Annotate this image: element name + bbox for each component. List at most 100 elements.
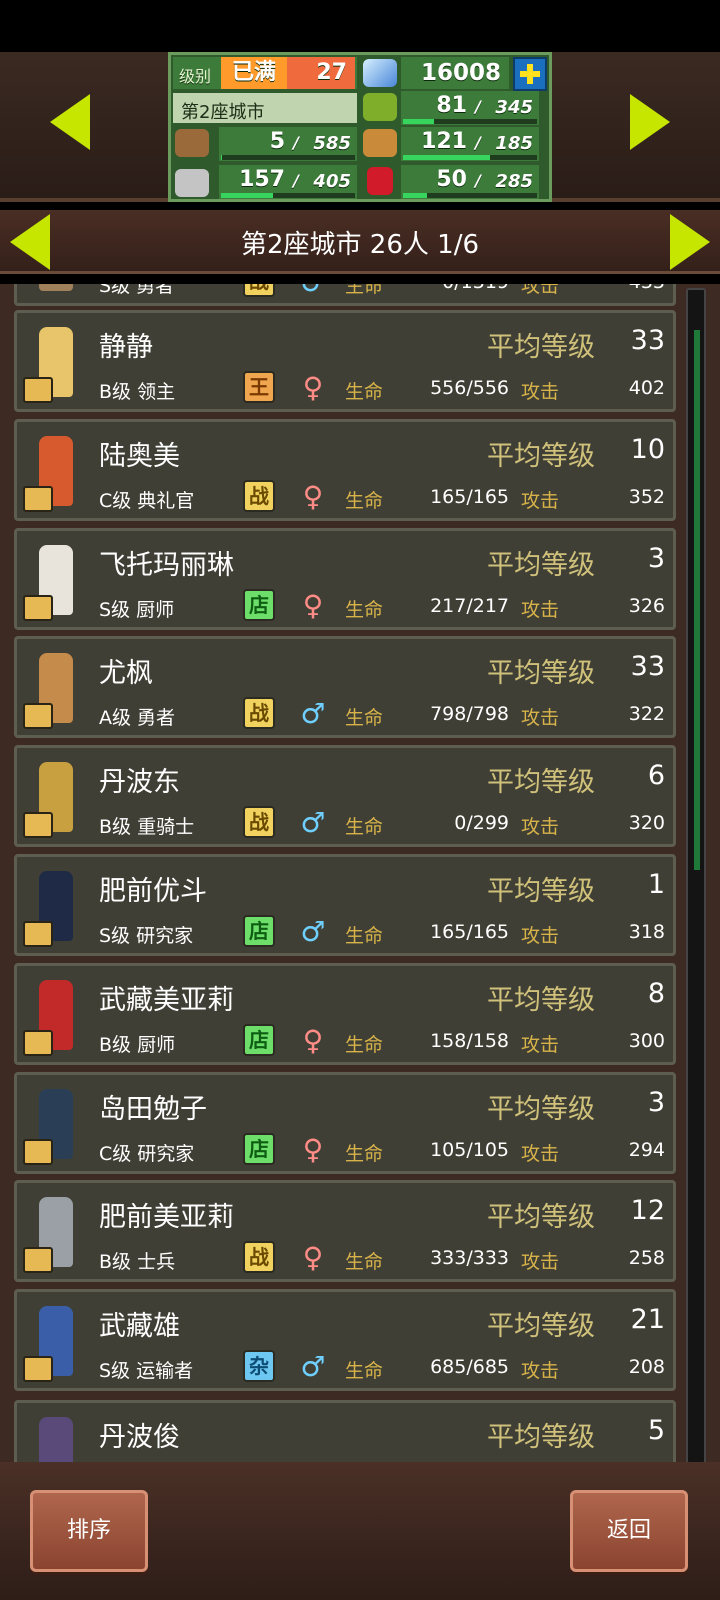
wood-max: 585 <box>313 133 351 154</box>
resident-card[interactable]: 陆奥美 平均等级 10 C级 典礼官 战 ♀ 生命 165/165 攻击 352 <box>14 418 676 521</box>
resident-card[interactable]: 肥前优斗 平均等级 1 S级 研究家 店 ♂ 生命 165/165 攻击 318 <box>14 854 676 956</box>
gem-count: 16008 <box>401 57 509 89</box>
avg-level-value: 33 <box>630 651 665 683</box>
avg-level-value: 6 <box>647 760 665 792</box>
avg-level-label: 平均等级 <box>487 984 595 1016</box>
female-icon: ♀ <box>302 1023 324 1057</box>
avatar <box>21 974 91 1058</box>
life-value: 158/158 <box>430 1029 509 1052</box>
attack-label: 攻击 <box>521 816 560 839</box>
rank-label: B级 士兵 <box>99 1251 176 1274</box>
resident-card[interactable]: 静静 平均等级 33 B级 领主 王 ♀ 生命 556/556 攻击 402 <box>14 310 676 412</box>
attack-label: 攻击 <box>521 707 560 730</box>
stone-current: 157 <box>239 167 285 192</box>
rank-label: S级 勇者 <box>99 284 175 297</box>
next-page-arrow-icon[interactable] <box>670 214 710 270</box>
resident-card-partial-bottom[interactable]: 丹波俊 平均等级 5 <box>14 1400 676 1464</box>
resident-name: 飞托玛丽琳 <box>99 549 234 581</box>
stone-bar-fill <box>221 193 274 198</box>
avg-level-value: 8 <box>647 977 665 1009</box>
female-icon: ♀ <box>302 371 324 404</box>
life-label: 生命 <box>345 1033 384 1056</box>
avg-level-label: 平均等级 <box>487 1202 595 1234</box>
job-badge: 战 <box>243 806 275 839</box>
stone-icon <box>175 169 209 197</box>
job-badge: 店 <box>243 1132 275 1165</box>
attack-value: 433 <box>605 284 665 293</box>
prev-arrow-icon[interactable] <box>50 94 90 150</box>
attack-label: 攻击 <box>521 925 560 947</box>
job-badge: 战 <box>243 1241 275 1274</box>
food-bar-fill <box>403 155 491 160</box>
stone-max: 405 <box>313 171 351 192</box>
shield-icon <box>23 1247 53 1274</box>
rank-label: B级 重骑士 <box>99 816 195 839</box>
wood-current: 5 <box>269 129 285 154</box>
separator: / <box>475 97 481 116</box>
avg-level-value: 10 <box>630 433 665 465</box>
resident-name: 丹波俊 <box>99 1422 180 1453</box>
life-label: 生命 <box>345 598 384 621</box>
resident-name: 岛田勉子 <box>99 1093 207 1125</box>
resident-name: 武藏雄 <box>99 1311 180 1343</box>
life-value: 165/165 <box>430 485 509 508</box>
resident-card[interactable]: 武藏美亚莉 平均等级 8 B级 厨师 店 ♀ 生命 158/158 攻击 300 <box>14 962 676 1065</box>
attack-value: 320 <box>628 812 665 835</box>
life-label: 生命 <box>345 1142 384 1165</box>
resident-card[interactable]: 岛田勉子 平均等级 3 C级 研究家 店 ♀ 生命 105/105 攻击 294 <box>14 1071 676 1174</box>
badge: 战 <box>243 284 275 297</box>
back-button[interactable]: 返回 <box>570 1490 688 1572</box>
resident-name: 陆奥美 <box>99 440 180 472</box>
attack-value: 326 <box>628 594 665 617</box>
job-badge: 店 <box>243 915 275 947</box>
male-icon: ♂ <box>300 1350 326 1384</box>
attack-label: 攻击 <box>521 1251 560 1274</box>
scrollbar-thumb[interactable] <box>694 330 700 870</box>
resident-name: 丹波东 <box>99 767 180 799</box>
life-label: 生命 <box>345 925 384 947</box>
job-badge: 战 <box>243 697 275 730</box>
resident-card[interactable]: 肥前美亚莉 平均等级 12 B级 士兵 战 ♀ 生命 333/333 攻击 258 <box>14 1180 676 1283</box>
life-value: 105/105 <box>430 1138 509 1161</box>
sort-button[interactable]: 排序 <box>30 1490 148 1572</box>
scrollbar[interactable] <box>686 288 706 1464</box>
food-max: 185 <box>495 133 533 154</box>
add-gem-button[interactable] <box>513 57 547 91</box>
attack-value: 208 <box>628 1356 665 1379</box>
title-bar: 第2座城市 26人 1/6 <box>0 210 720 274</box>
life-value: 333/333 <box>430 1247 509 1270</box>
shield-icon <box>23 1138 53 1165</box>
rank-label: B级 领主 <box>99 381 176 403</box>
attack-value: 318 <box>628 921 665 943</box>
job-badge: 王 <box>243 371 275 403</box>
resident-card[interactable]: 武藏雄 平均等级 21 S级 运输者 杂 ♂ 生命 685/685 攻击 208 <box>14 1289 676 1392</box>
avg-level-value: 5 <box>647 1415 665 1446</box>
grass-max: 345 <box>495 97 533 118</box>
page-title: 第2座城市 26人 1/6 <box>241 230 479 260</box>
avatar <box>21 1411 91 1464</box>
grass-icon <box>363 93 397 121</box>
job-badge: 战 <box>243 479 275 512</box>
resident-name: 肥前优斗 <box>99 876 207 907</box>
resident-card[interactable]: 尤枫 平均等级 33 A级 勇者 战 ♂ 生命 798/798 攻击 322 <box>14 636 676 739</box>
attack-label: 攻击 <box>521 1142 560 1165</box>
avg-level-label: 平均等级 <box>487 876 595 907</box>
resident-card[interactable]: 飞托玛丽琳 平均等级 3 S级 厨师 店 ♀ 生命 217/217 攻击 326 <box>14 527 676 630</box>
food-bar <box>403 155 537 160</box>
avg-level-label: 平均等级 <box>487 767 595 799</box>
shield-icon <box>23 812 53 839</box>
rank-label: S级 厨师 <box>99 598 175 621</box>
separator: / <box>475 133 481 152</box>
attack-label: 攻击 <box>521 284 560 297</box>
attack-label: 攻击 <box>521 1360 560 1383</box>
next-arrow-icon[interactable] <box>630 94 670 150</box>
avg-level-label: 平均等级 <box>487 332 595 363</box>
life-label: 生命 <box>345 1360 384 1383</box>
level-box: 级别 已满 27 <box>173 57 357 89</box>
resident-list[interactable]: S级 勇者 战 ♂ 生命 0/1319 攻击 433 静静平均等级33B级 领主… <box>0 284 720 1464</box>
food-current: 121 <box>421 129 467 154</box>
resident-card[interactable]: 丹波东 平均等级 6 B级 重骑士 战 ♂ 生命 0/299 攻击 320 <box>14 745 676 848</box>
resident-card-partial[interactable]: S级 勇者 战 ♂ 生命 0/1319 攻击 433 <box>14 284 676 306</box>
shield-icon <box>23 703 53 730</box>
city-name: 第2座城市 <box>181 102 265 123</box>
